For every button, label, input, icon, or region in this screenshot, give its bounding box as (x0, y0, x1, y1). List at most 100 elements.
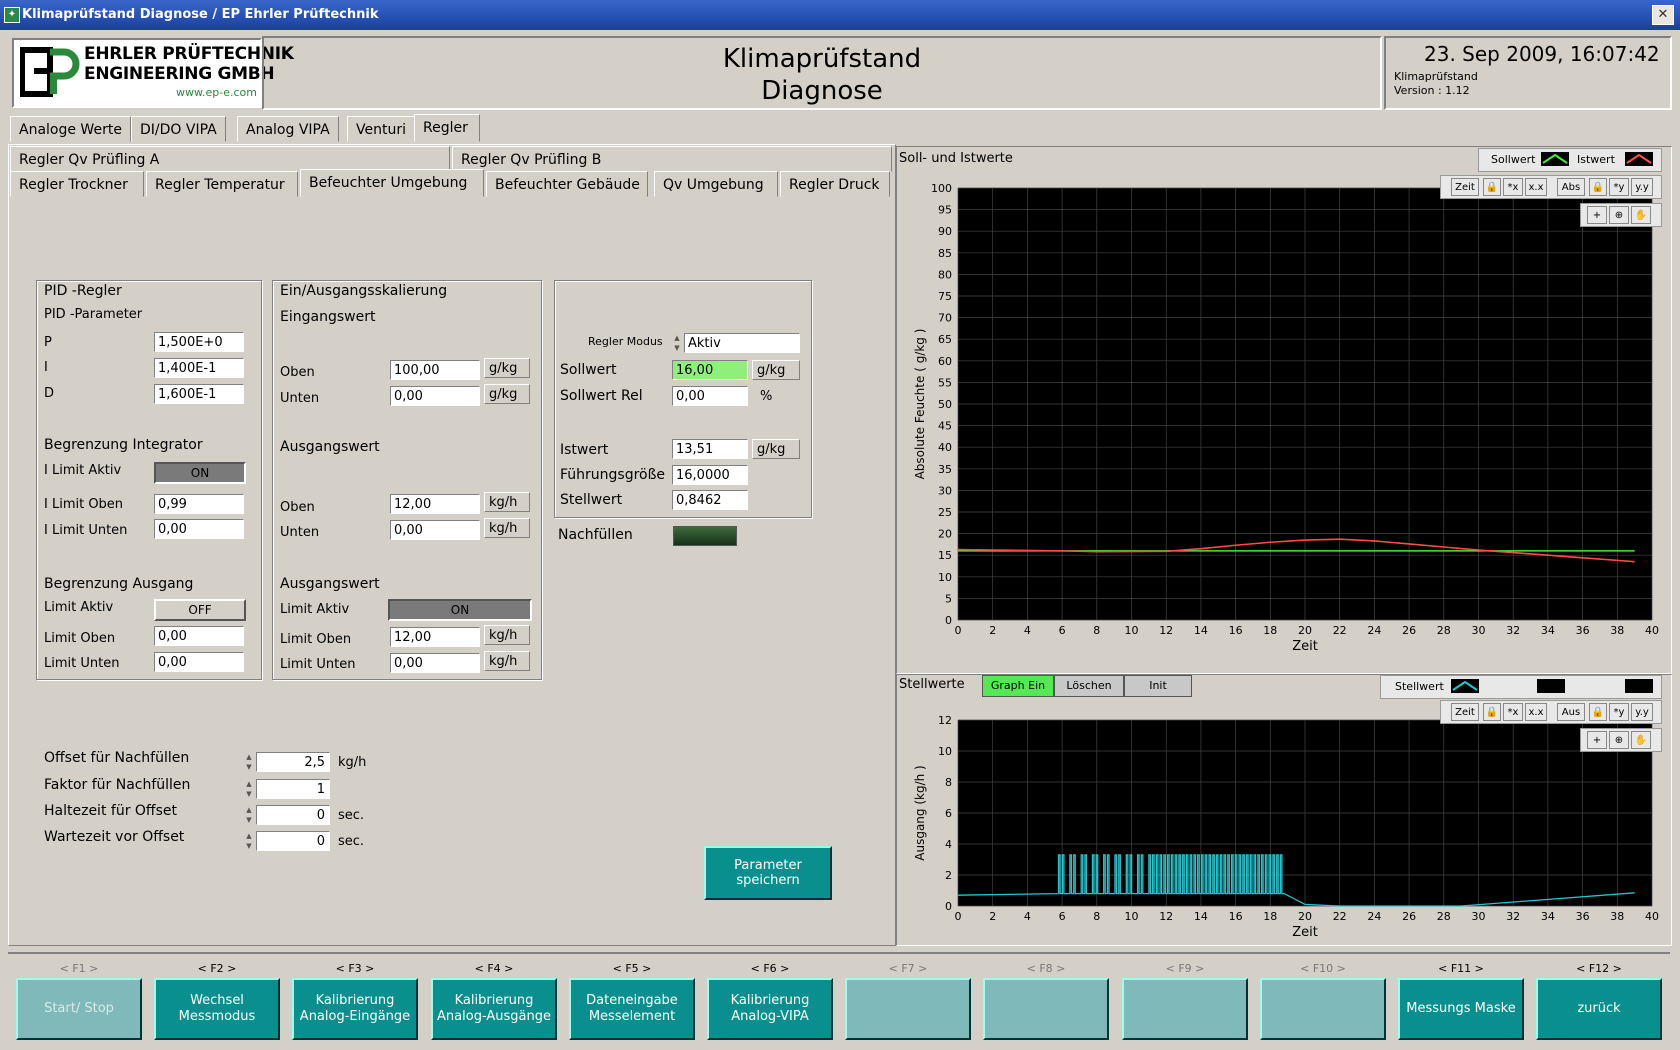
tab-analog-vipa[interactable]: Analog VIPA (237, 116, 339, 142)
sollwert-field[interactable]: 16,00 (672, 360, 748, 380)
fkey-button-4[interactable]: Kalibrierung Analog-Ausgänge (431, 978, 557, 1040)
x-tick-label: 6 (1059, 624, 1066, 637)
tab-venturi[interactable]: Venturi (347, 116, 415, 142)
fkey-button-1[interactable]: Start/ Stop (16, 978, 142, 1040)
wartezeit-field[interactable]: 0 (256, 831, 330, 851)
tab-befeuchter-gebaeude[interactable]: Befeuchter Gebäude (486, 171, 648, 197)
out-unten-field[interactable]: 0,00 (390, 520, 480, 540)
p-label: P (44, 335, 52, 350)
legend-empty-swatch-2 (1625, 679, 1653, 693)
header-info-box: 23. Sep 2009, 16:07:42 Klimaprüfstand Ve… (1384, 36, 1672, 110)
offset-field[interactable]: 2,5 (256, 752, 330, 772)
lock-y-icon-2[interactable]: 🔒 (1589, 703, 1607, 721)
format-x-icon-2[interactable]: x.x (1525, 703, 1547, 721)
init-button[interactable]: Init (1124, 675, 1192, 697)
haltezeit-field[interactable]: 0 (256, 805, 330, 825)
y-tick-label: 100 (931, 182, 952, 195)
wartezeit-spinner-icon[interactable]: ▲ ▼ (244, 831, 254, 851)
autoscale-x-icon-2[interactable]: *x (1503, 703, 1523, 721)
legend-empty-swatch-1 (1537, 679, 1565, 693)
format-x-icon[interactable]: x.x (1525, 178, 1547, 196)
autoscale-x-icon[interactable]: *x (1503, 178, 1523, 196)
chart1-abs-button[interactable]: Abs (1557, 178, 1585, 196)
lim-aktiv-toggle[interactable]: ON (388, 599, 532, 621)
lim-oben-field[interactable]: 12,00 (390, 627, 480, 647)
tab-regler-qv-b[interactable]: Regler Qv Prüfling B (452, 146, 892, 172)
zoom-icon[interactable]: ⊕ (1609, 206, 1629, 224)
offset-spinner-icon[interactable]: ▲ ▼ (244, 752, 254, 772)
modus-spinner-icon[interactable]: ▲ ▼ (672, 333, 682, 353)
faktor-spinner-icon[interactable]: ▲ ▼ (244, 779, 254, 799)
lock-icon[interactable]: 🔒 (1483, 178, 1501, 196)
ilimit-oben-field[interactable]: 0,99 (154, 494, 244, 514)
tab-regler-temperatur[interactable]: Regler Temperatur (146, 171, 298, 197)
fkey-button-7[interactable] (845, 978, 971, 1040)
i-field[interactable]: 1,400E-1 (154, 358, 244, 378)
d-field[interactable]: 1,600E-1 (154, 384, 244, 404)
ilimit-aktiv-toggle[interactable]: ON (154, 462, 246, 484)
tab-befeuchter-umgebung[interactable]: Befeuchter Umgebung (300, 169, 484, 197)
close-icon[interactable]: ✕ (1652, 5, 1674, 25)
autoscale-y-icon[interactable]: *y (1609, 178, 1629, 196)
tab-dido-vipa[interactable]: DI/DO VIPA (131, 116, 226, 142)
ilimit-unten-field[interactable]: 0,00 (154, 519, 244, 539)
x-tick-label: 4 (1024, 624, 1031, 637)
fkey-button-6[interactable]: Kalibrierung Analog-VIPA (707, 978, 833, 1040)
graph-ein-button[interactable]: Graph Ein (982, 675, 1054, 697)
chart2-aus-button[interactable]: Aus (1557, 703, 1585, 721)
pan-hand-icon-2[interactable]: ✋ (1631, 731, 1651, 749)
tab-regler[interactable]: Regler (414, 114, 480, 142)
fkey-button-12[interactable]: zurück (1536, 978, 1662, 1040)
format-y-icon-2[interactable]: y.y (1631, 703, 1653, 721)
haltezeit-spinner-icon[interactable]: ▲ ▼ (244, 805, 254, 825)
fuehrung-label: Führungsgröße (560, 467, 666, 483)
chart1-plot[interactable]: 0 2 4 6 8 10 12 14 16 18 20 22 24 26 28 30 32 34 36 38 40051… (904, 176, 1666, 670)
fkey-label-5: < F5 > (612, 962, 652, 975)
faktor-field[interactable]: 1 (256, 779, 330, 799)
modus-select[interactable]: Aktiv (684, 333, 800, 353)
format-y-icon[interactable]: y.y (1631, 178, 1653, 196)
in-oben-field[interactable]: 100,00 (390, 360, 480, 380)
cursor-icon[interactable]: + (1587, 206, 1607, 224)
fkey-button-9[interactable] (1122, 978, 1248, 1040)
limit-unten-field[interactable]: 0,00 (154, 652, 244, 672)
faktor-label: Faktor für Nachfüllen (44, 777, 191, 793)
in-unten-field[interactable]: 0,00 (390, 386, 480, 406)
tab-analoge-werte[interactable]: Analoge Werte (10, 116, 131, 142)
loeschen-button[interactable]: Löschen (1054, 675, 1124, 697)
limit-aktiv-toggle[interactable]: OFF (154, 599, 246, 621)
lock-y-icon[interactable]: 🔒 (1589, 178, 1607, 196)
lim-unten-field[interactable]: 0,00 (390, 653, 480, 673)
y-tick-label: 90 (938, 225, 952, 238)
lim-oben-label: Limit Oben (280, 632, 352, 647)
fkey-button-2[interactable]: Wechsel Messmodus (154, 978, 280, 1040)
sollwert-rel-field[interactable]: 0,00 (672, 386, 748, 406)
chart1-zeit-button[interactable]: Zeit (1451, 178, 1479, 196)
chart2-plot[interactable]: 0 2 4 6 8 10 12 14 16 18 20 22 24 26 28 30 32 34 36 38 40024… (904, 700, 1666, 944)
in-oben-label: Oben (280, 365, 315, 380)
fkey-button-8[interactable] (983, 978, 1109, 1040)
zoom-icon-2[interactable]: ⊕ (1609, 731, 1629, 749)
haltezeit-label: Haltezeit für Offset (44, 803, 177, 819)
chart2-legend: Stellwert (1380, 675, 1662, 699)
chart1-title: Soll- und Istwerte (899, 151, 1013, 166)
lock-icon-2[interactable]: 🔒 (1483, 703, 1501, 721)
tab-regler-trockner[interactable]: Regler Trockner (10, 171, 144, 197)
p-field[interactable]: 1,500E+0 (154, 332, 244, 352)
x-axis-label: Zeit (1292, 925, 1318, 940)
limit-oben-field[interactable]: 0,00 (154, 626, 244, 646)
save-parameters-button[interactable]: Parameter speichern (704, 846, 832, 900)
pan-hand-icon[interactable]: ✋ (1631, 206, 1651, 224)
out-oben-field[interactable]: 12,00 (390, 494, 480, 514)
fkey-button-5[interactable]: Dateneingabe Messelement (569, 978, 695, 1040)
cursor-icon-2[interactable]: + (1587, 731, 1607, 749)
ausgangswert-title: Ausgangswert (280, 439, 380, 455)
chart2-zeit-button[interactable]: Zeit (1451, 703, 1479, 721)
autoscale-y-icon-2[interactable]: *y (1609, 703, 1629, 721)
tab-qv-umgebung[interactable]: Qv Umgebung (654, 171, 778, 197)
fkey-button-3[interactable]: Kalibrierung Analog-Eingänge (292, 978, 418, 1040)
header-title-box: Klimaprüfstand Diagnose (262, 36, 1382, 110)
tab-regler-druck[interactable]: Regler Druck (780, 171, 890, 197)
fkey-button-11[interactable]: Messungs Maske (1398, 978, 1524, 1040)
fkey-button-10[interactable] (1260, 978, 1386, 1040)
